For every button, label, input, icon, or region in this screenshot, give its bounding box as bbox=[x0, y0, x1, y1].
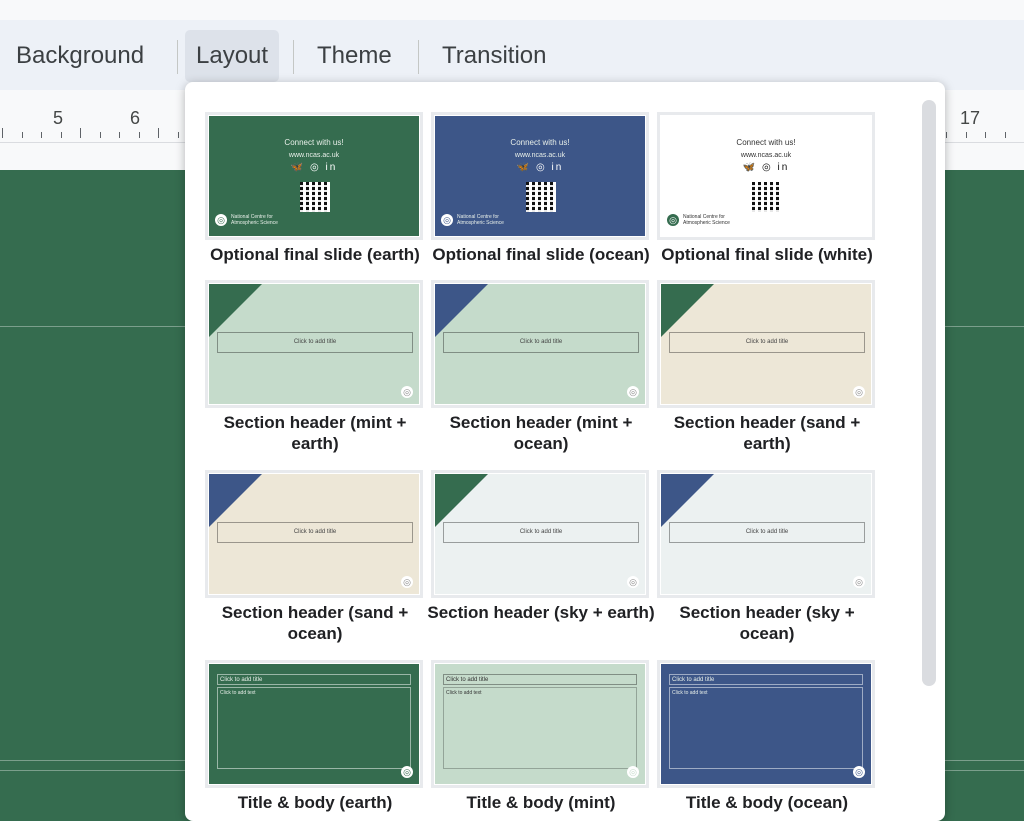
background-button[interactable]: Background bbox=[5, 30, 155, 82]
ruler-tick bbox=[21, 132, 23, 138]
ruler-tick bbox=[985, 132, 986, 138]
ncas-logo-icon: ◎ bbox=[667, 214, 679, 226]
thumb-corner-accent bbox=[661, 474, 714, 527]
ruler-tick bbox=[946, 132, 947, 138]
thumb-corner-accent bbox=[209, 284, 262, 337]
top-bar bbox=[0, 0, 1024, 20]
layout-thumbnail: Click to add title Click to add text ◎ bbox=[205, 660, 423, 788]
ruler-tick bbox=[2, 128, 3, 138]
ruler-tick bbox=[60, 132, 62, 138]
thumb-corner-accent bbox=[661, 284, 714, 337]
ruler-tick bbox=[138, 132, 140, 138]
thumb-social-icons: 🦋 ◎ in bbox=[290, 162, 338, 173]
layout-thumbnail: Click to add title ◎ bbox=[205, 470, 423, 598]
toolbar-divider bbox=[177, 40, 178, 74]
layout-option-label: Title & body (mint) bbox=[466, 793, 616, 812]
ruler-tick bbox=[119, 132, 120, 138]
ncas-logo-icon: ◎ bbox=[627, 766, 639, 778]
thumb-title-placeholder: Click to add title bbox=[669, 522, 865, 543]
thumb-title-placeholder: Click to add title bbox=[669, 674, 863, 685]
layout-thumbnail: Connect with us! www.ncas.ac.uk 🦋 ◎ in ◎ Nat… bbox=[431, 112, 649, 240]
dropdown-scrollbar[interactable] bbox=[922, 100, 936, 686]
thumb-connect-text: Connect with us! bbox=[736, 138, 796, 147]
ruler-tick bbox=[41, 132, 42, 138]
thumb-body-placeholder: Click to add text bbox=[443, 687, 637, 769]
layout-thumbnail: Click to add title ◎ bbox=[205, 280, 423, 408]
ruler-tick bbox=[158, 128, 159, 138]
layout-thumbnail: Connect with us! www.ncas.ac.uk 🦋 ◎ in ◎ Nat… bbox=[205, 112, 423, 240]
layout-option-label: Optional final slide (ocean) bbox=[432, 245, 650, 264]
ncas-logo-icon: ◎ bbox=[853, 766, 865, 778]
layout-option-label: Section header (sky + ocean) bbox=[679, 603, 855, 643]
thumb-connect-text: Connect with us! bbox=[284, 138, 344, 147]
qr-code-pattern bbox=[752, 182, 782, 212]
toolbar-divider bbox=[293, 40, 294, 74]
layout-option-label: Title & body (earth) bbox=[237, 793, 393, 812]
toolbar-divider bbox=[418, 40, 419, 74]
thumb-title-placeholder: Click to add title bbox=[443, 522, 639, 543]
ruler-tick bbox=[965, 132, 967, 138]
layout-option-label: Optional final slide (white) bbox=[661, 245, 873, 264]
layout-option-label: Section header (sand + ocean) bbox=[221, 603, 409, 643]
layout-toolbar: Background Layout Theme Transition bbox=[0, 20, 1024, 90]
transition-button[interactable]: Transition bbox=[431, 30, 557, 82]
layout-option-label: Optional final slide (earth) bbox=[210, 245, 420, 264]
thumb-title-placeholder: Click to add title bbox=[443, 674, 637, 685]
thumb-body-placeholder: Click to add text bbox=[669, 687, 863, 769]
layout-option-label: Section header (mint + earth) bbox=[223, 413, 407, 453]
thumb-title-placeholder: Click to add title bbox=[443, 332, 639, 353]
layout-thumbnail: Click to add title ◎ bbox=[657, 280, 875, 408]
qr-code-pattern bbox=[300, 182, 330, 212]
layout-thumbnail: Click to add title Click to add text ◎ bbox=[431, 660, 649, 788]
thumb-org-text: National Centre for Atmospheric Science bbox=[231, 214, 278, 226]
thumb-url-text: www.ncas.ac.uk bbox=[288, 152, 340, 159]
layout-option-label: Title & body (ocean) bbox=[685, 793, 849, 812]
thumb-title-placeholder: Click to add title bbox=[217, 674, 411, 685]
ncas-logo-icon: ◎ bbox=[441, 214, 453, 226]
ncas-logo-icon: ◎ bbox=[401, 766, 413, 778]
ruler-label: 17 bbox=[960, 108, 981, 128]
thumb-org-text: National Centre for Atmospheric Science bbox=[683, 214, 730, 226]
ncas-logo-icon: ◎ bbox=[853, 576, 865, 588]
thumb-url-text: www.ncas.ac.uk bbox=[514, 152, 566, 159]
thumb-url-text: www.ncas.ac.uk bbox=[740, 152, 792, 159]
ncas-logo-icon: ◎ bbox=[215, 214, 227, 226]
ruler-tick bbox=[80, 128, 81, 138]
layout-thumbnail: Connect with us! www.ncas.ac.uk 🦋 ◎ in ◎ Nat… bbox=[657, 112, 875, 240]
theme-button[interactable]: Theme bbox=[306, 30, 403, 82]
layout-button[interactable]: Layout bbox=[185, 30, 280, 82]
layout-thumbnail: Click to add title ◎ bbox=[431, 470, 649, 598]
ruler-tick bbox=[177, 132, 179, 138]
layout-thumbnail: Click to add title ◎ bbox=[431, 280, 649, 408]
ncas-logo-icon: ◎ bbox=[401, 576, 413, 588]
thumb-corner-accent bbox=[435, 284, 488, 337]
ncas-logo-icon: ◎ bbox=[401, 386, 413, 398]
layout-dropdown: Connect with us! www.ncas.ac.uk 🦋 ◎ in ◎ Nat… bbox=[185, 82, 945, 821]
thumb-social-icons: 🦋 ◎ in bbox=[742, 162, 790, 173]
thumb-corner-accent bbox=[209, 474, 262, 527]
ncas-logo-icon: ◎ bbox=[627, 386, 639, 398]
thumb-social-icons: 🦋 ◎ in bbox=[516, 162, 564, 173]
thumb-body-placeholder: Click to add text bbox=[217, 687, 411, 769]
thumb-title-placeholder: Click to add title bbox=[669, 332, 865, 353]
ncas-logo-icon: ◎ bbox=[853, 386, 865, 398]
thumb-org-text: National Centre for Atmospheric Science bbox=[457, 214, 504, 226]
qr-code-pattern bbox=[526, 182, 556, 212]
layout-option-label: Section header (sand + earth) bbox=[673, 413, 861, 453]
thumb-title-placeholder: Click to add title bbox=[217, 522, 413, 543]
layout-option-label: Section header (sky + earth) bbox=[427, 603, 655, 622]
layout-thumbnail: Click to add title Click to add text ◎ bbox=[657, 660, 875, 788]
ruler-tick bbox=[1004, 132, 1006, 138]
ncas-logo-icon: ◎ bbox=[627, 576, 639, 588]
thumb-title-placeholder: Click to add title bbox=[217, 332, 413, 353]
thumb-corner-accent bbox=[435, 474, 488, 527]
ruler-tick bbox=[99, 132, 101, 138]
thumb-connect-text: Connect with us! bbox=[510, 138, 570, 147]
layout-option-label: Section header (mint + ocean) bbox=[449, 413, 633, 453]
layout-thumbnail: Click to add title ◎ bbox=[657, 470, 875, 598]
ruler-label: 6 bbox=[130, 108, 141, 128]
ruler-label: 5 bbox=[53, 108, 64, 128]
